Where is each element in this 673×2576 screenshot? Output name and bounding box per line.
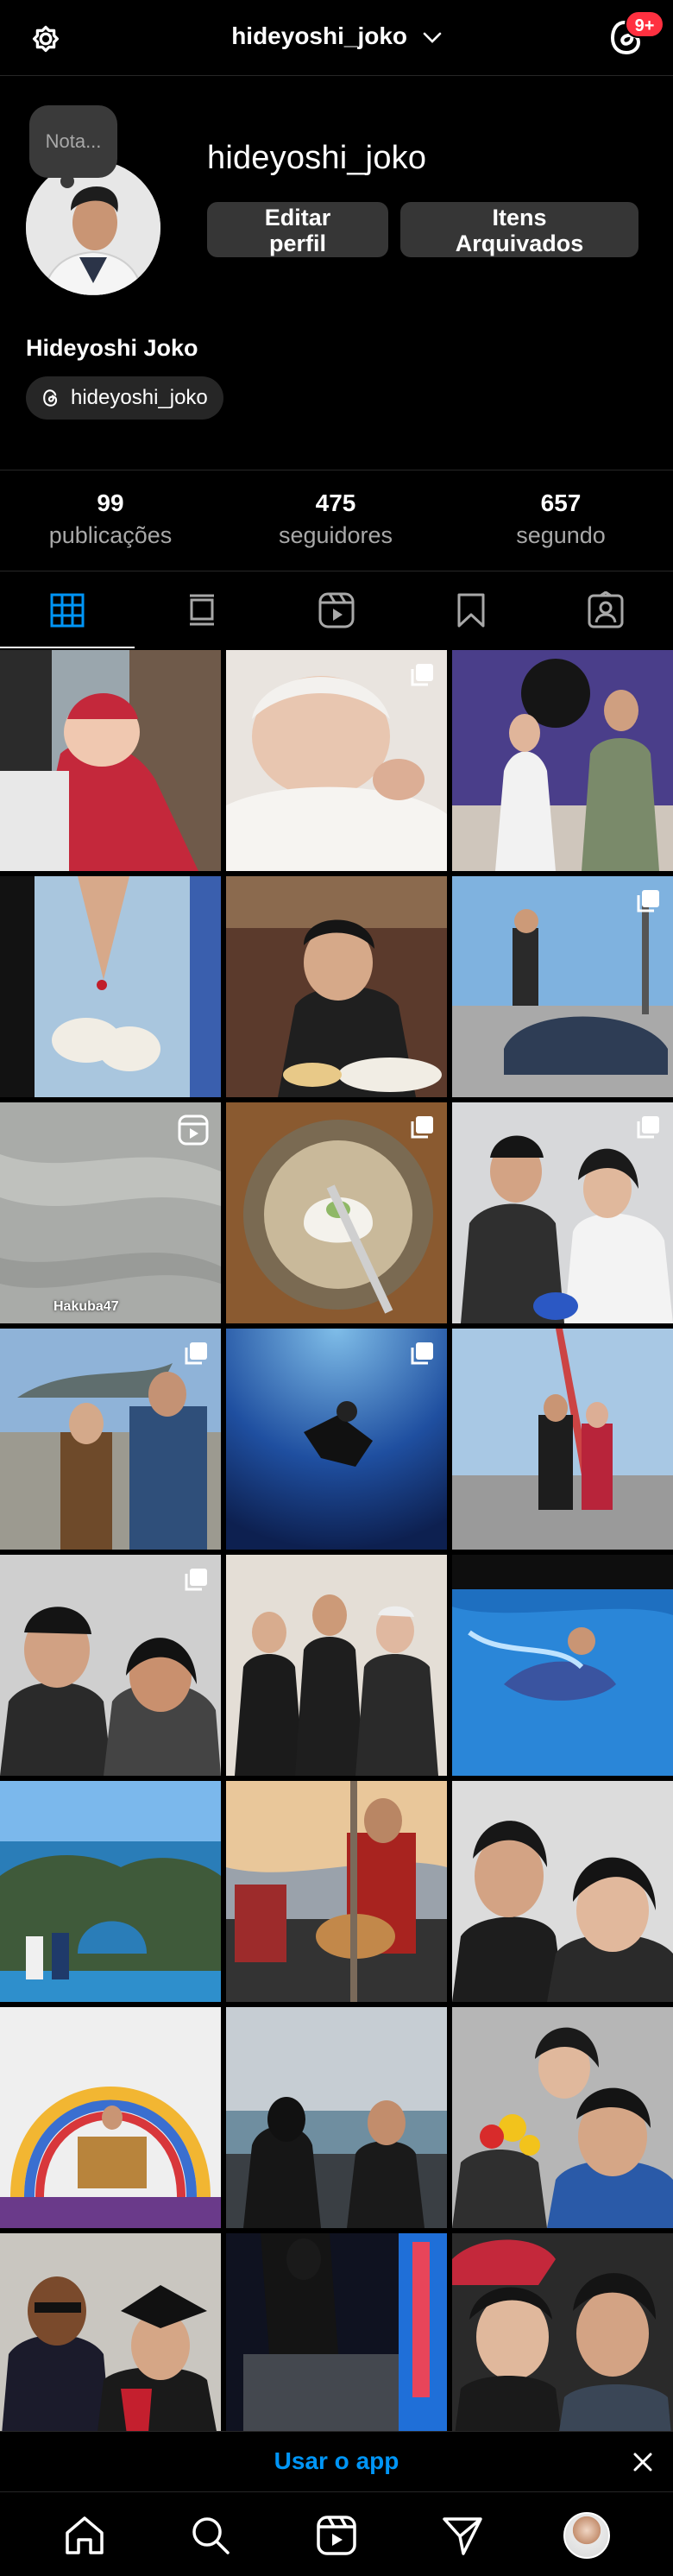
- followers-label: seguidores: [278, 522, 393, 548]
- header-username[interactable]: hideyoshi_joko: [0, 22, 673, 50]
- post-thumbnail[interactable]: [226, 2007, 447, 2228]
- edit-profile-button[interactable]: Editar perfil: [207, 202, 388, 257]
- post-thumbnail[interactable]: Hakuba47: [0, 1102, 221, 1323]
- following-count: 657: [540, 489, 582, 516]
- post-thumbnail[interactable]: [452, 1781, 673, 2002]
- tagged-icon: [588, 591, 624, 628]
- post-thumbnail[interactable]: [0, 2007, 221, 2228]
- threads-logo-icon: [43, 389, 58, 407]
- multiple-photos-icon: [411, 664, 433, 686]
- multiple-photos-icon: [411, 1116, 433, 1139]
- post-thumbnail[interactable]: [226, 650, 447, 871]
- display-name: Hideyoshi Joko: [26, 335, 198, 361]
- nav-home[interactable]: [60, 2511, 109, 2560]
- posts-count: 99: [97, 489, 124, 516]
- nav-profile[interactable]: [563, 2511, 611, 2560]
- post-thumbnail[interactable]: [0, 876, 221, 1097]
- multiple-photos-icon: [637, 890, 659, 912]
- home-icon: [66, 2516, 104, 2554]
- chevron-down-icon[interactable]: [423, 32, 442, 44]
- edit-profile-label: Editar perfil: [264, 205, 331, 256]
- grid-icon: [50, 593, 85, 628]
- threads-profile-link[interactable]: hideyoshi_joko: [26, 376, 223, 420]
- notification-badge[interactable]: 9+: [625, 10, 664, 38]
- post-thumbnail[interactable]: [452, 1102, 673, 1323]
- avatar-image: [26, 161, 160, 295]
- reels-icon: [317, 2516, 356, 2555]
- feed-icon: [190, 594, 214, 626]
- post-thumbnail[interactable]: [226, 1555, 447, 1776]
- stat-followers[interactable]: 475 seguidores: [241, 489, 431, 549]
- nav-direct[interactable]: [438, 2511, 487, 2560]
- note-bubble[interactable]: Nota...: [29, 105, 117, 188]
- post-thumbnail[interactable]: [0, 1329, 221, 1550]
- followers-count: 475: [315, 489, 356, 516]
- profile-avatar: [563, 2512, 610, 2559]
- post-thumbnail[interactable]: [452, 2007, 673, 2228]
- stat-following[interactable]: 657 segundo: [466, 489, 656, 549]
- archived-items-button[interactable]: Itens Arquivados: [400, 202, 638, 257]
- post-thumbnail[interactable]: [0, 1781, 221, 2002]
- post-thumbnail[interactable]: [452, 1329, 673, 1550]
- post-thumbnail[interactable]: [0, 2233, 221, 2454]
- post-thumbnail[interactable]: [0, 650, 221, 871]
- use-app-banner: Usar o app: [0, 2431, 673, 2491]
- use-app-link[interactable]: Usar o app: [0, 2447, 673, 2475]
- reels-icon: [318, 592, 355, 628]
- post-thumbnail[interactable]: [452, 876, 673, 1097]
- archived-label: Itens Arquivados: [455, 205, 584, 256]
- post-thumbnail[interactable]: [226, 1102, 447, 1323]
- tab-feed[interactable]: [135, 572, 269, 648]
- top-bar: hideyoshi_joko 9+: [0, 0, 673, 76]
- post-thumbnail[interactable]: [226, 876, 447, 1097]
- profile-username: hideyoshi_joko: [207, 140, 427, 176]
- nav-reels[interactable]: [312, 2511, 361, 2560]
- following-label: segundo: [516, 522, 606, 548]
- profile-stats: 99 publicações 475 seguidores 657 segund…: [0, 470, 673, 571]
- multiple-photos-icon: [411, 1342, 433, 1365]
- tab-saved[interactable]: [404, 572, 538, 648]
- post-thumbnail[interactable]: [226, 1329, 447, 1550]
- direct-icon: [443, 2517, 482, 2555]
- post-thumbnail[interactable]: [226, 1781, 447, 2002]
- profile-tabs: [0, 572, 673, 648]
- post-thumbnail[interactable]: [0, 1555, 221, 1776]
- threads-handle: hideyoshi_joko: [71, 386, 208, 409]
- reel-icon: [178, 1114, 209, 1146]
- header-username-text[interactable]: hideyoshi_joko: [231, 22, 407, 49]
- close-icon[interactable]: [630, 2449, 656, 2475]
- post-caption: Hakuba47: [53, 1299, 119, 1314]
- tab-tagged[interactable]: [538, 572, 673, 648]
- stat-posts: 99 publicações: [16, 489, 205, 549]
- multiple-photos-icon: [637, 1116, 659, 1139]
- nav-search[interactable]: [186, 2511, 235, 2560]
- saved-icon: [457, 593, 485, 628]
- tab-reels[interactable]: [269, 572, 404, 648]
- profile-avatar[interactable]: [26, 161, 160, 295]
- bottom-nav: [0, 2491, 673, 2576]
- search-icon: [192, 2517, 230, 2554]
- post-thumbnail[interactable]: [452, 1555, 673, 1776]
- posts-label: publicações: [48, 522, 173, 548]
- tab-grid[interactable]: [0, 572, 135, 648]
- post-thumbnail[interactable]: [226, 2233, 447, 2454]
- post-thumbnail[interactable]: [452, 2233, 673, 2454]
- post-thumbnail[interactable]: [452, 650, 673, 871]
- multiple-photos-icon: [185, 1342, 207, 1365]
- multiple-photos-icon: [185, 1569, 207, 1591]
